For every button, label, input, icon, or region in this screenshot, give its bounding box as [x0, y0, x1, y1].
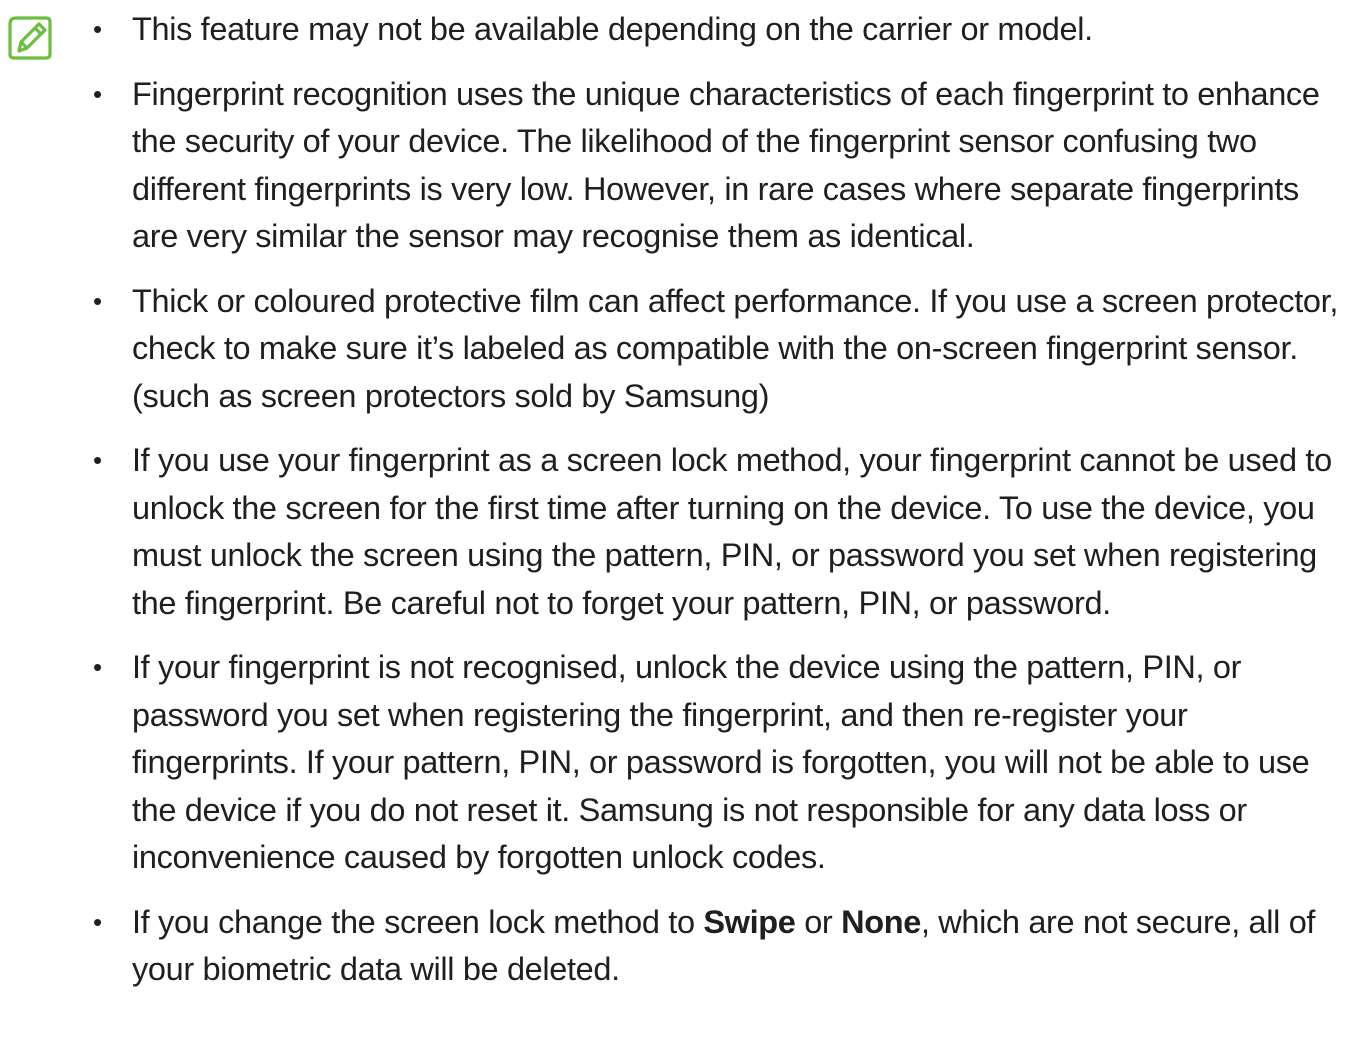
none-option-label: None	[841, 903, 921, 940]
note-item-text: If you change the screen lock method to …	[132, 904, 1315, 988]
swipe-option-label: Swipe	[703, 903, 796, 940]
note-item: • If you change the screen lock method t…	[80, 899, 1352, 994]
bullet: •	[93, 652, 102, 682]
bullet: •	[93, 906, 102, 937]
note-item-text: Thick or coloured protective film can af…	[132, 282, 1338, 414]
note-item-text: If you use your fingerprint as a screen …	[132, 442, 1332, 621]
note-item: • If you use your fingerprint as a scree…	[80, 437, 1352, 627]
note-item: • If your fingerprint is not recognised,…	[80, 644, 1352, 882]
note-item-text: This feature may not be available depend…	[132, 11, 1093, 47]
note-text-before: If you change the screen lock method to	[132, 903, 704, 940]
note-item: • This feature may not be available depe…	[80, 6, 1352, 54]
note-text-middle: or	[795, 903, 842, 940]
bullet: •	[93, 78, 102, 109]
note-item-text: If your fingerprint is not recognised, u…	[132, 649, 1310, 875]
note-item: • Thick or coloured protective film can …	[80, 278, 1352, 421]
bullet: •	[93, 14, 102, 44]
note-pencil-icon	[8, 16, 52, 60]
note-item-text: Fingerprint recognition uses the unique …	[132, 75, 1320, 255]
bullet: •	[93, 445, 102, 475]
bullet: •	[93, 285, 102, 316]
note-item: • Fingerprint recognition uses the uniqu…	[80, 71, 1352, 261]
note-list: • This feature may not be available depe…	[80, 6, 1352, 1011]
